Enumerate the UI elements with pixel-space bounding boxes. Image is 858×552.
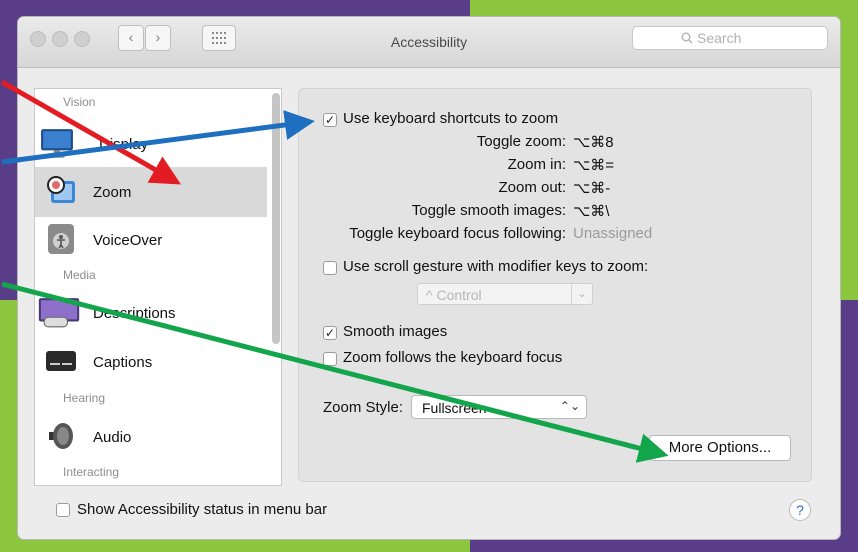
sidebar-item-label: Zoom <box>93 184 132 201</box>
section-interacting: Interacting <box>63 465 120 479</box>
display-icon <box>41 129 73 158</box>
shortcut-value: ⌥⌘8 <box>573 134 614 151</box>
shortcut-value: ⌥⌘= <box>573 157 615 174</box>
modifier-key-value: ^ Control <box>426 287 482 303</box>
zoom-style-value: Fullscreen <box>422 400 487 416</box>
shortcut-label: Zoom in: <box>507 156 566 173</box>
sidebar-item-descriptions[interactable]: Descriptions <box>35 288 267 338</box>
voiceover-icon <box>48 224 74 254</box>
sidebar-item-label: Descriptions <box>93 305 176 322</box>
zoom-style-label: Zoom Style: <box>323 399 404 416</box>
sidebar-scrollbar[interactable] <box>272 93 280 344</box>
use-shortcuts-label: Use keyboard shortcuts to zoom <box>343 110 559 127</box>
shortcut-label: Toggle zoom: <box>476 133 566 150</box>
section-hearing: Hearing <box>63 391 106 405</box>
search-placeholder: Search <box>697 30 742 46</box>
help-button[interactable]: ? <box>789 499 811 521</box>
chevron-down-icon: ⌄ <box>571 284 592 304</box>
captions-icon <box>46 351 76 371</box>
shortcut-value: ⌥⌘- <box>573 180 611 197</box>
sidebar-item-captions[interactable]: Captions <box>35 337 267 387</box>
shortcut-value: ⌥⌘\ <box>573 203 610 220</box>
category-sidebar[interactable]: Vision Display Zoom VoiceOver Media Desc… <box>34 88 282 486</box>
scroll-gesture-label: Use scroll gesture with modifier keys to… <box>343 258 649 275</box>
sidebar-item-voiceover[interactable]: VoiceOver <box>35 215 267 265</box>
sidebar-item-label: Display <box>99 136 149 153</box>
section-vision: Vision <box>63 95 96 109</box>
shortcut-label: Toggle keyboard focus following: <box>349 225 566 242</box>
sidebar-item-label: Audio <box>93 429 132 446</box>
modifier-key-select[interactable]: ^ Control ⌄ <box>417 283 593 305</box>
sidebar-item-display[interactable]: Display <box>35 119 267 169</box>
section-media: Media <box>63 268 96 282</box>
shortcut-label: Zoom out: <box>498 179 566 196</box>
zoom-settings-pane: ✓ Use keyboard shortcuts to zoom Toggle … <box>298 88 812 482</box>
use-shortcuts-checkbox[interactable]: ✓ <box>323 113 337 127</box>
follow-focus-checkbox[interactable] <box>323 352 337 366</box>
descriptions-icon <box>38 298 80 328</box>
smooth-images-label: Smooth images <box>343 323 448 340</box>
sidebar-item-zoom[interactable]: Zoom <box>35 167 267 217</box>
search-input[interactable]: Search <box>632 26 828 50</box>
shortcut-label: Toggle smooth images: <box>411 202 566 219</box>
show-status-label: Show Accessibility status in menu bar <box>77 501 328 518</box>
updown-chevron-icon: ⌃⌄ <box>559 399 580 413</box>
zoom-icon <box>47 176 75 203</box>
audio-icon <box>49 423 73 449</box>
show-status-checkbox[interactable] <box>56 503 70 517</box>
shortcut-value-unassigned[interactable]: Unassigned <box>573 225 652 242</box>
title-bar: ‹ › Accessibility Search <box>18 17 840 68</box>
preferences-window: ‹ › Accessibility Search Vision Display … <box>18 17 840 539</box>
smooth-images-checkbox[interactable]: ✓ <box>323 326 337 340</box>
more-options-button[interactable]: More Options... <box>649 435 791 461</box>
sidebar-item-audio[interactable]: Audio <box>35 412 267 462</box>
zoom-style-select[interactable]: Fullscreen ⌃⌄ <box>411 395 587 419</box>
follow-focus-label: Zoom follows the keyboard focus <box>343 349 563 366</box>
sidebar-item-label: VoiceOver <box>93 232 163 249</box>
scroll-gesture-checkbox[interactable] <box>323 261 337 275</box>
sidebar-item-label: Captions <box>93 354 153 371</box>
search-icon <box>681 32 693 44</box>
